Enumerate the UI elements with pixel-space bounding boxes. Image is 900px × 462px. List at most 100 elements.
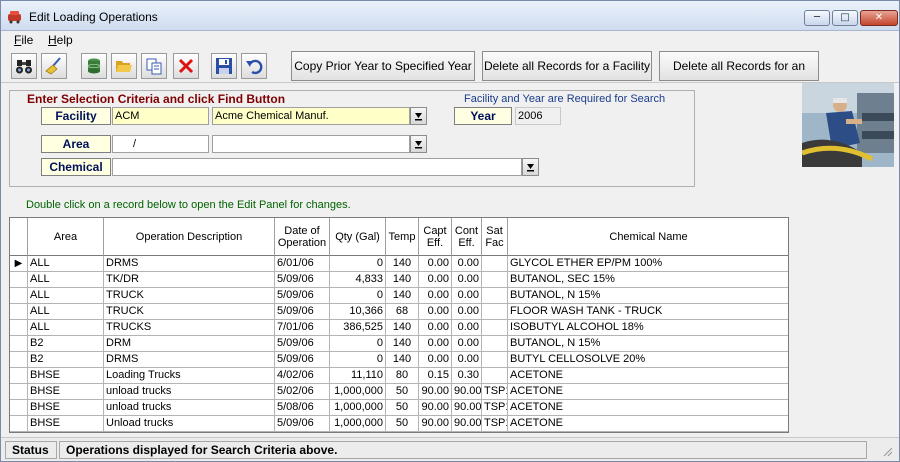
year-label: Year: [454, 107, 512, 125]
cell-area: BHSE: [28, 368, 104, 384]
row-selector[interactable]: [10, 320, 28, 336]
cell-chemical-name: FLOOR WASH TANK - TRUCK: [508, 304, 788, 320]
status-message: Operations displayed for Search Criteria…: [59, 441, 867, 459]
row-selector[interactable]: [10, 384, 28, 400]
table-row[interactable]: BHSE unload trucks 5/02/06 1,000,000 50 90.00…: [10, 384, 788, 400]
broom-icon: [45, 57, 61, 75]
cell-chemical-name: ACETONE: [508, 384, 788, 400]
menu-help[interactable]: Help: [48, 33, 73, 47]
dropdown-arrow-icon: [527, 164, 534, 172]
cell-chemical-name: BUTANOL, N 15%: [508, 336, 788, 352]
cell-cont-eff: 0.00: [452, 256, 482, 272]
cell-date: 5/09/06: [275, 272, 330, 288]
cell-operation-description: TRUCKS: [104, 320, 275, 336]
edit-panel-hint: Double click on a record below to open t…: [26, 199, 351, 211]
row-selector[interactable]: [10, 352, 28, 368]
worker-photo: [802, 83, 894, 167]
cell-area: B2: [28, 336, 104, 352]
save-button[interactable]: [211, 53, 237, 79]
facility-code-field[interactable]: ACM: [112, 107, 209, 125]
column-header-sat-fac[interactable]: Sat Fac: [482, 218, 508, 256]
minimize-button[interactable]: ─: [804, 10, 830, 26]
column-header-cont-eff[interactable]: Cont Eff.: [452, 218, 482, 256]
cell-temp: 50: [386, 400, 419, 416]
cell-temp: 140: [386, 336, 419, 352]
year-field[interactable]: 2006: [515, 107, 561, 125]
find-button[interactable]: [11, 53, 37, 79]
cell-operation-description: DRM: [104, 336, 275, 352]
copy-button[interactable]: [141, 53, 167, 79]
cell-chemical-name: ACETONE: [508, 400, 788, 416]
table-row[interactable]: BHSE Unload trucks 5/09/06 1,000,000 50 90.00…: [10, 416, 788, 432]
area-dropdown-button[interactable]: [410, 135, 427, 153]
delete-button[interactable]: [173, 53, 199, 79]
chemical-field[interactable]: [112, 158, 522, 176]
table-row[interactable]: ALL TRUCK 5/09/06 10,366 68 0.00 0.00 FLOOR WAS…: [10, 304, 788, 320]
cell-area: BHSE: [28, 400, 104, 416]
close-icon: ✕: [874, 12, 884, 23]
table-row[interactable]: BHSE Loading Trucks 4/02/06 11,110 80 0.15 0.3…: [10, 368, 788, 384]
cell-date: 5/09/06: [275, 336, 330, 352]
selection-criteria-heading: Enter Selection Criteria and click Find …: [24, 92, 289, 106]
cell-temp: 80: [386, 368, 419, 384]
column-header-qty[interactable]: Qty (Gal): [330, 218, 386, 256]
cell-capt-eff: 0.00: [419, 256, 452, 272]
column-header-temp[interactable]: Temp: [386, 218, 419, 256]
table-row[interactable]: B2 DRM 5/09/06 0 140 0.00 0.00 BUTANOL, N 15%: [10, 336, 788, 352]
table-row[interactable]: ▶ ALL DRMS 6/01/06 0 140 0.00 0.00 GLYCOL ETHER …: [10, 256, 788, 272]
row-selector[interactable]: [10, 288, 28, 304]
copy-prior-year-button[interactable]: Copy Prior Year to Specified Year: [291, 51, 475, 81]
edit-loading-operations-window: Edit Loading Operations ─ □ ✕ File Help: [0, 0, 900, 462]
cell-date: 5/08/06: [275, 400, 330, 416]
cell-capt-eff: 0.00: [419, 352, 452, 368]
cell-qty: 1,000,000: [330, 384, 386, 400]
cell-sat-fac: [482, 352, 508, 368]
facility-name-field[interactable]: Acme Chemical Manuf.: [212, 107, 410, 125]
cell-sat-fac: [482, 288, 508, 304]
operations-grid[interactable]: Area Operation Description Date of Opera…: [9, 217, 789, 433]
chemical-dropdown-button[interactable]: [522, 158, 539, 176]
cell-cont-eff: 0.30: [452, 368, 482, 384]
cell-cont-eff: 0.00: [452, 304, 482, 320]
database-button[interactable]: [81, 53, 107, 79]
column-header-operation-description[interactable]: Operation Description: [104, 218, 275, 256]
row-selector[interactable]: [10, 368, 28, 384]
dropdown-arrow-icon: [415, 141, 422, 149]
maximize-button[interactable]: □: [832, 10, 858, 26]
table-row[interactable]: BHSE unload trucks 5/08/06 1,000,000 50 90.00…: [10, 400, 788, 416]
delete-area-records-button[interactable]: Delete all Records for an Area: [659, 51, 819, 101]
table-row[interactable]: ALL TK/DR 5/09/06 4,833 140 0.00 0.00 BUTANOL, …: [10, 272, 788, 288]
row-selector[interactable]: [10, 336, 28, 352]
window-title: Edit Loading Operations: [29, 10, 158, 24]
area-code-field[interactable]: /: [112, 135, 209, 153]
cell-qty: 10,366: [330, 304, 386, 320]
cell-operation-description: TK/DR: [104, 272, 275, 288]
cell-sat-fac: TSP1: [482, 400, 508, 416]
table-row[interactable]: B2 DRMS 5/09/06 0 140 0.00 0.00 BUTYL CELLOSOLV…: [10, 352, 788, 368]
undo-button[interactable]: [241, 53, 267, 79]
cell-qty: 0: [330, 288, 386, 304]
clear-button[interactable]: [41, 53, 67, 79]
cell-cont-eff: 0.00: [452, 272, 482, 288]
cell-capt-eff: 90.00: [419, 384, 452, 400]
row-selector[interactable]: [10, 304, 28, 320]
open-button[interactable]: [111, 53, 137, 79]
facility-dropdown-button[interactable]: [410, 107, 427, 125]
row-selector[interactable]: [10, 272, 28, 288]
menu-file[interactable]: File: [14, 33, 33, 47]
delete-facility-records-button[interactable]: Delete all Records for a Facility: [482, 51, 652, 81]
cell-capt-eff: 0.00: [419, 272, 452, 288]
area-name-field[interactable]: [212, 135, 410, 153]
table-row[interactable]: ALL TRUCKS 7/01/06 386,525 140 0.00 0.00 ISOBUT…: [10, 320, 788, 336]
column-header-area[interactable]: Area: [28, 218, 104, 256]
column-header-capt-eff[interactable]: Capt Eff.: [419, 218, 452, 256]
row-selector[interactable]: ▶: [10, 256, 28, 272]
column-header-chemical-name[interactable]: Chemical Name: [508, 218, 788, 256]
row-selector[interactable]: [10, 400, 28, 416]
column-header-date-of-operation[interactable]: Date of Operation: [275, 218, 330, 256]
close-button[interactable]: ✕: [860, 10, 898, 26]
table-row[interactable]: ALL TRUCK 5/09/06 0 140 0.00 0.00 BUTANOL, N 15…: [10, 288, 788, 304]
row-selector[interactable]: [10, 416, 28, 432]
cell-qty: 0: [330, 336, 386, 352]
resize-grip-icon[interactable]: [881, 445, 893, 457]
